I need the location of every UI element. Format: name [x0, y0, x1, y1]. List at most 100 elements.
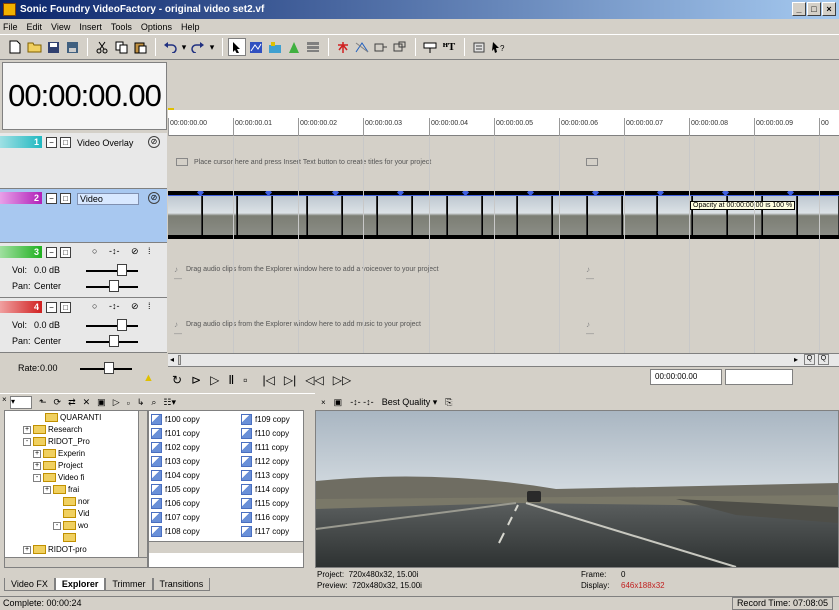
render-icon[interactable]: [63, 38, 81, 56]
track-name-label[interactable]: Video: [77, 193, 139, 205]
whats-this-help-icon[interactable]: ?: [489, 38, 507, 56]
expand-icon[interactable]: -: [33, 473, 41, 482]
auto-preview-icon[interactable]: ↳: [137, 397, 145, 408]
search-icon[interactable]: ⌕: [151, 397, 156, 408]
scroll-left-icon[interactable]: ◂: [170, 355, 174, 364]
fast-forward-icon[interactable]: ▷▷: [333, 373, 351, 387]
rewind-icon[interactable]: ◁◁: [305, 373, 323, 387]
time-ruler[interactable]: 00:00:00.00 00:00:00.01 00:00:00.02 00:0…: [168, 110, 839, 136]
dropdown-arrow-icon[interactable]: ▾: [208, 38, 216, 56]
tree-item[interactable]: - RIDOT_Pro: [23, 437, 90, 446]
track-header-1[interactable]: 1 − □ Video Overlay ⊘: [0, 133, 167, 189]
menu-file[interactable]: File: [3, 22, 18, 32]
expand-icon[interactable]: +: [23, 545, 31, 554]
insert-text-icon[interactable]: ᴴT: [440, 38, 458, 56]
invert-phase-icon[interactable]: -↕-: [109, 301, 120, 311]
track-fx-icon[interactable]: ⊘: [131, 246, 139, 257]
file-item[interactable]: f114 copy: [241, 484, 289, 495]
dropdown-arrow-icon[interactable]: ▾: [180, 38, 188, 56]
path-dropdown[interactable]: ▾: [10, 396, 32, 409]
tab-explorer[interactable]: Explorer: [54, 578, 106, 591]
tree-horizontal-scrollbar[interactable]: [5, 557, 147, 567]
file-item[interactable]: f116 copy: [241, 512, 289, 523]
pan-slider-knob[interactable]: [109, 335, 119, 347]
video-clip[interactable]: [168, 191, 839, 239]
track-header-2[interactable]: 2 − □ Video ⊘: [0, 189, 167, 243]
up-folder-icon[interactable]: ⬑: [39, 397, 47, 408]
menu-help[interactable]: Help: [181, 22, 200, 32]
new-icon[interactable]: [6, 38, 24, 56]
volume-slider-knob[interactable]: [117, 264, 127, 276]
video-preview[interactable]: [315, 410, 839, 568]
minimize-track-button[interactable]: −: [46, 193, 57, 204]
cut-icon[interactable]: [93, 38, 111, 56]
zoom-icon[interactable]: Q: [818, 354, 829, 365]
loop-icon[interactable]: ↻: [172, 373, 182, 387]
minimize-track-button[interactable]: −: [46, 302, 57, 313]
volume-slider-track[interactable]: [86, 270, 138, 272]
track-fx-icon[interactable]: ⊘: [148, 192, 160, 204]
file-item[interactable]: f102 copy: [151, 442, 200, 453]
file-item[interactable]: f105 copy: [151, 484, 200, 495]
tree-item[interactable]: + RIDOT-pro: [23, 545, 87, 554]
file-item[interactable]: f103 copy: [151, 456, 200, 467]
explorer-pin-icon[interactable]: ×: [2, 395, 7, 404]
maximize-track-button[interactable]: □: [60, 137, 71, 148]
preview-stop-icon[interactable]: ▫: [127, 398, 130, 408]
scroll-thumb[interactable]: [178, 355, 181, 365]
rate-slider-knob[interactable]: [104, 362, 114, 374]
tree-item[interactable]: + frai: [43, 485, 79, 494]
maximize-track-button[interactable]: □: [60, 193, 71, 204]
tree-item[interactable]: QUARANTI: [45, 413, 101, 422]
file-item[interactable]: f110 copy: [241, 428, 289, 439]
minimize-button[interactable]: _: [792, 2, 806, 16]
file-item[interactable]: f112 copy: [241, 456, 289, 467]
transport-field-2[interactable]: [725, 369, 793, 385]
view-dropdown-icon[interactable]: ☷▾: [163, 397, 176, 408]
menu-tools[interactable]: Tools: [111, 22, 132, 32]
tree-item[interactable]: Vid: [63, 509, 89, 518]
file-item[interactable]: f109 copy: [241, 414, 290, 425]
track-info-icon[interactable]: ⁞: [148, 301, 151, 311]
scroll-right-icon[interactable]: ▸: [794, 355, 798, 364]
expand-icon[interactable]: +: [33, 461, 41, 470]
tree-item[interactable]: + Research: [23, 425, 82, 434]
file-item[interactable]: f113 copy: [241, 470, 289, 481]
file-item[interactable]: f111 copy: [241, 442, 289, 453]
expand-icon[interactable]: +: [43, 485, 51, 494]
folder-tree[interactable]: QUARANTI + Research - RIDOT_Pro + Experin +…: [4, 410, 148, 568]
undo-icon[interactable]: [161, 38, 179, 56]
invert-phase-icon[interactable]: -↕-: [109, 246, 120, 256]
menu-insert[interactable]: Insert: [79, 22, 102, 32]
file-item[interactable]: f108 copy: [151, 526, 200, 537]
pause-icon[interactable]: Ⅱ: [228, 373, 234, 387]
menu-edit[interactable]: Edit: [27, 22, 43, 32]
track-name-label[interactable]: Video Overlay: [77, 138, 133, 148]
volume-slider-track[interactable]: [86, 325, 138, 327]
go-to-end-icon[interactable]: ▷|: [284, 373, 296, 387]
tab-transitions[interactable]: Transitions: [152, 578, 211, 591]
volume-slider-knob[interactable]: [117, 319, 127, 331]
redo-icon[interactable]: [189, 38, 207, 56]
maximize-button[interactable]: □: [807, 2, 821, 16]
views-icon[interactable]: ▣: [97, 397, 106, 408]
expand-icon[interactable]: +: [33, 449, 41, 458]
track-header-4[interactable]: 4 − □ ○ -↕- ⊘ ⁞ Vol: 0.0 dB Pan: Center: [0, 298, 167, 353]
timeline-horizontal-scrollbar[interactable]: ◂ ▸ Q Q: [168, 353, 839, 366]
file-list[interactable]: f100 copy f101 copy f102 copy f103 copy …: [148, 410, 304, 568]
file-item[interactable]: f115 copy: [241, 498, 289, 509]
preview-properties-icon[interactable]: ▣: [334, 397, 343, 408]
close-button[interactable]: ×: [822, 2, 836, 16]
tree-vertical-scrollbar[interactable]: [138, 411, 147, 557]
preview-pin-icon[interactable]: ×: [321, 398, 326, 407]
file-item[interactable]: f117 copy: [241, 526, 289, 537]
file-item[interactable]: f106 copy: [151, 498, 200, 509]
copy-snapshot-icon[interactable]: ⎘: [445, 397, 452, 408]
track-fx-icon[interactable]: ⊘: [148, 136, 160, 148]
minimize-track-button[interactable]: −: [46, 247, 57, 258]
tree-item[interactable]: [63, 533, 78, 542]
paste-icon[interactable]: [131, 38, 149, 56]
media-fx-icon[interactable]: [285, 38, 303, 56]
tree-item[interactable]: - wo: [53, 521, 88, 530]
track-header-3[interactable]: 3 − □ ○ -↕- ⊘ ⁞ Vol: 0.0 dB Pan: Center: [0, 243, 167, 298]
